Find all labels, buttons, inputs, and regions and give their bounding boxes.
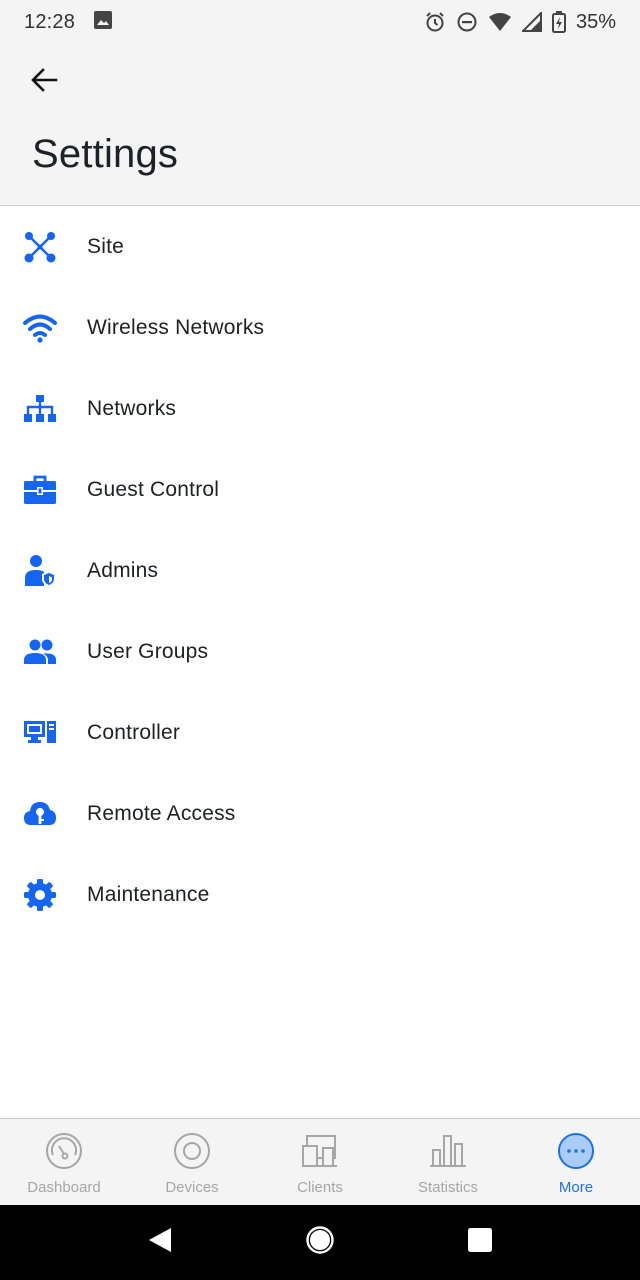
- site-nodes-icon: [20, 227, 60, 267]
- dnd-icon: [456, 11, 478, 33]
- alarm-icon: [424, 11, 446, 33]
- status-bar: 12:28 35%: [0, 0, 640, 44]
- battery-icon: [551, 11, 566, 33]
- menu-item-label: Networks: [87, 396, 177, 420]
- back-button[interactable]: [22, 60, 66, 104]
- menu-item-networks[interactable]: Networks: [0, 368, 640, 449]
- menu-item-guest-control[interactable]: Guest Control: [0, 449, 640, 530]
- page-title: Settings: [32, 132, 179, 176]
- tab-dashboard[interactable]: Dashboard: [0, 1119, 128, 1205]
- menu-item-label: Remote Access: [87, 801, 236, 825]
- tab-label: More: [558, 1179, 594, 1196]
- menu-item-label: Guest Control: [87, 477, 220, 501]
- admin-shield-icon: [20, 551, 60, 591]
- menu-item-label: Wireless Networks: [87, 315, 265, 339]
- controller-icon: [20, 713, 60, 753]
- user-group-icon: [20, 632, 60, 672]
- wifi-icon: [20, 308, 60, 348]
- square-recents-icon: [467, 1227, 493, 1258]
- menu-item-wireless-networks[interactable]: Wireless Networks: [0, 287, 640, 368]
- battery-percent: 35%: [575, 10, 616, 33]
- system-back-button[interactable]: [130, 1213, 190, 1273]
- system-home-button[interactable]: [290, 1213, 350, 1273]
- more-dots-icon: [556, 1131, 596, 1171]
- network-tree-icon: [20, 389, 60, 429]
- tab-more[interactable]: More: [512, 1119, 640, 1205]
- gear-icon: [20, 875, 60, 915]
- clients-icon: [300, 1131, 340, 1171]
- system-recents-button[interactable]: [450, 1213, 510, 1273]
- bar-chart-icon: [428, 1131, 468, 1171]
- menu-item-site[interactable]: Site: [0, 206, 640, 287]
- app-bar: Settings: [0, 44, 640, 206]
- menu-item-maintenance[interactable]: Maintenance: [0, 854, 640, 935]
- tab-label: Dashboard: [27, 1179, 101, 1196]
- settings-menu: Site Wireless Networks Networks Guest Co…: [0, 206, 640, 935]
- tab-statistics[interactable]: Statistics: [384, 1119, 512, 1205]
- menu-item-controller[interactable]: Controller: [0, 692, 640, 773]
- triangle-back-icon: [147, 1226, 173, 1259]
- dashboard-gauge-icon: [44, 1131, 84, 1171]
- tab-label: Statistics: [417, 1179, 478, 1196]
- tab-label: Clients: [297, 1179, 343, 1196]
- menu-item-remote-access[interactable]: Remote Access: [0, 773, 640, 854]
- image-icon: [93, 10, 113, 35]
- home-circle-icon: [305, 1225, 335, 1260]
- cell-signal-icon: [521, 12, 542, 32]
- menu-item-label: Maintenance: [87, 882, 210, 906]
- status-time: 12:28: [24, 10, 76, 33]
- wifi-icon: [488, 12, 512, 32]
- menu-item-label: Site: [87, 234, 124, 258]
- android-system-nav: [0, 1205, 640, 1280]
- bottom-nav: Dashboard Devices Clients Statistics Mor…: [0, 1118, 640, 1205]
- cloud-key-icon: [20, 794, 60, 834]
- menu-item-label: Controller: [87, 720, 181, 744]
- briefcase-icon: [20, 470, 60, 510]
- menu-item-label: User Groups: [87, 639, 209, 663]
- tab-devices[interactable]: Devices: [128, 1119, 256, 1205]
- menu-item-user-groups[interactable]: User Groups: [0, 611, 640, 692]
- menu-item-admins[interactable]: Admins: [0, 530, 640, 611]
- tab-label: Devices: [165, 1179, 219, 1196]
- arrow-left-icon: [30, 66, 58, 99]
- devices-circle-icon: [172, 1131, 212, 1171]
- tab-clients[interactable]: Clients: [256, 1119, 384, 1205]
- menu-item-label: Admins: [87, 558, 159, 582]
